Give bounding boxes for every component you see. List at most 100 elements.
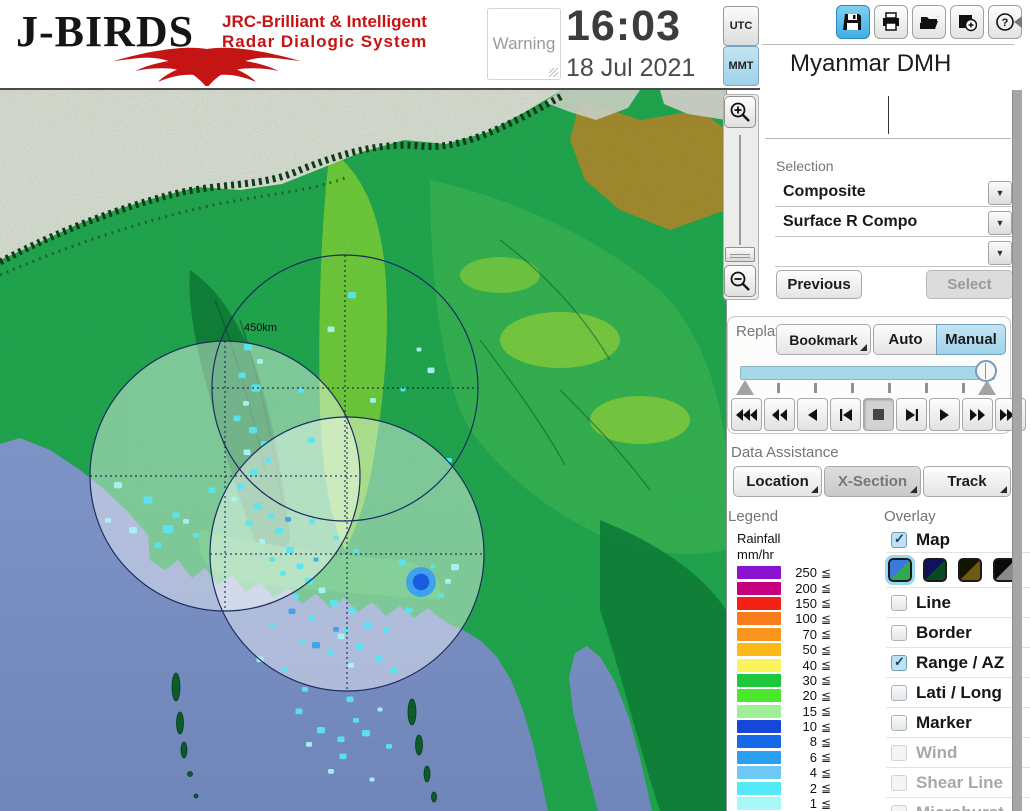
clock-date: 18 Jul 2021 [566,54,696,82]
legend-color-swatch [737,689,781,703]
legend-suffix: ≦ [821,658,832,673]
dropdown-product-value: Surface R Compo [783,213,918,230]
overlay-checkbox-lati-long[interactable]: Lati / Long [886,677,1030,707]
auto-mode-button[interactable]: Auto [873,324,938,355]
overlay-checkbox-shear-line: Shear Line [886,767,1030,797]
location-label: Location [746,473,809,490]
slider-end-marker[interactable] [978,380,996,395]
legend-value: 2 [809,780,817,796]
map-style-swatch[interactable] [923,558,947,582]
dropdown-composite[interactable]: Composite ▼ [775,180,1012,207]
chevron-down-icon[interactable]: ▼ [988,181,1012,205]
legend-suffix: ≦ [821,688,832,703]
legend-row: 150 ≦ [737,596,862,611]
warning-button[interactable]: Warning [487,8,561,80]
overlay-checkbox-marker[interactable]: Marker [886,707,1030,737]
panel-scrollbar[interactable] [1012,90,1022,811]
overlay-checkbox-border[interactable]: Border [886,617,1030,647]
map-style-swatch[interactable] [958,558,982,582]
checkbox-checked-icon[interactable] [891,654,907,671]
legend-color-swatch [737,581,781,595]
zoom-in-button[interactable] [724,96,756,128]
overlay-checkbox-map[interactable]: Map [886,527,1030,552]
play-button[interactable] [929,398,960,431]
step-back-button[interactable] [830,398,861,431]
radar-map[interactable]: 450km [0,90,727,811]
legend-value: 4 [809,765,817,781]
fast-rewind-button[interactable] [731,398,762,431]
legend-row: 50 ≦ [737,642,862,657]
status-display-divider [888,96,889,134]
map-style-swatch-selected[interactable] [885,555,915,585]
open-folder-button[interactable] [912,5,946,39]
print-button[interactable] [874,5,908,39]
overlay-checkbox-line[interactable]: Line [886,587,1030,617]
legend-color-swatch [737,673,781,687]
legend-suffix: ≦ [821,781,832,796]
legend-row: 8 ≦ [737,734,862,749]
legend-color-swatch [737,704,781,718]
save-button[interactable] [836,5,870,39]
legend-color-swatch [737,720,781,734]
overlay-option-label: Lati / Long [916,682,1002,702]
play-backward-button[interactable] [797,398,828,431]
add-image-button[interactable] [950,5,984,39]
station-name: Myanmar DMH [790,50,952,77]
legend-color-swatch [737,735,781,749]
range-ring-label: 450km [244,322,277,334]
dropdown-extra[interactable]: ▼ [775,240,1012,267]
toolbar-divider [762,44,1014,45]
dropdown-product[interactable]: Surface R Compo ▼ [775,210,1012,237]
legend-section-label: Legend [728,508,779,525]
checkbox-icon[interactable] [891,594,907,611]
xsection-button[interactable]: X-Section [824,466,921,497]
add-image-icon [959,15,977,32]
slider-tick [851,383,854,393]
step-forward-button[interactable] [896,398,927,431]
chevron-down-icon[interactable]: ▼ [988,211,1012,235]
dropdown-composite-value: Composite [783,183,866,200]
zoom-slider-handle[interactable] [725,247,755,262]
print-icon [883,12,899,31]
select-button[interactable]: Select [926,270,1013,299]
replay-slider-track[interactable] [740,366,995,380]
legend-value: 50 [802,642,817,658]
legend-suffix: ≦ [821,581,832,596]
zoom-out-button[interactable] [724,265,756,297]
radar-map-canvas[interactable]: 450km [0,90,726,811]
checkbox-checked-icon[interactable] [891,531,907,548]
panel-collapse-arrow-icon[interactable] [1014,16,1022,28]
checkbox-icon[interactable] [891,714,907,731]
manual-mode-button[interactable]: Manual [936,324,1006,355]
timezone-mmt-button[interactable]: MMT [723,46,759,86]
slider-tick [888,383,891,393]
track-button[interactable]: Track [923,466,1011,497]
previous-button[interactable]: Previous [776,270,862,299]
chevron-down-icon[interactable]: ▼ [988,241,1012,265]
location-button[interactable]: Location [733,466,822,497]
overlay-options: Map Line Border Range / AZ Lati / Long Marker… [885,527,1030,811]
overlay-checkbox-range-az[interactable]: Range / AZ [886,647,1030,677]
timezone-utc-button[interactable]: UTC [723,6,759,46]
forward-button[interactable] [962,398,993,431]
legend-color-swatch [737,612,781,626]
overlay-checkbox-microburst: Microburst [886,797,1030,811]
checkbox-icon[interactable] [891,684,907,701]
legend-color-swatch [737,643,781,657]
legend-value: 10 [802,719,817,735]
slider-start-marker[interactable] [736,380,754,395]
rewind-button[interactable] [764,398,795,431]
legend-color-swatch [737,627,781,641]
overlay-option-label: Map [916,529,950,549]
legend-value: 20 [802,688,817,704]
jbirds-app: J-BIRDS JRC-Brilliant & Intelligent Rada… [0,0,1030,811]
resize-grip-icon[interactable] [549,68,558,77]
stop-button[interactable] [863,398,894,431]
legend-value: 200 [795,580,817,596]
checkbox-icon[interactable] [891,624,907,641]
legend-suffix: ≦ [821,673,832,688]
overlay-option-label: Shear Line [916,772,1003,792]
legend-row: 30 ≦ [737,673,862,688]
bookmark-button[interactable]: Bookmark [776,324,871,355]
replay-slider-handle[interactable] [975,360,997,382]
